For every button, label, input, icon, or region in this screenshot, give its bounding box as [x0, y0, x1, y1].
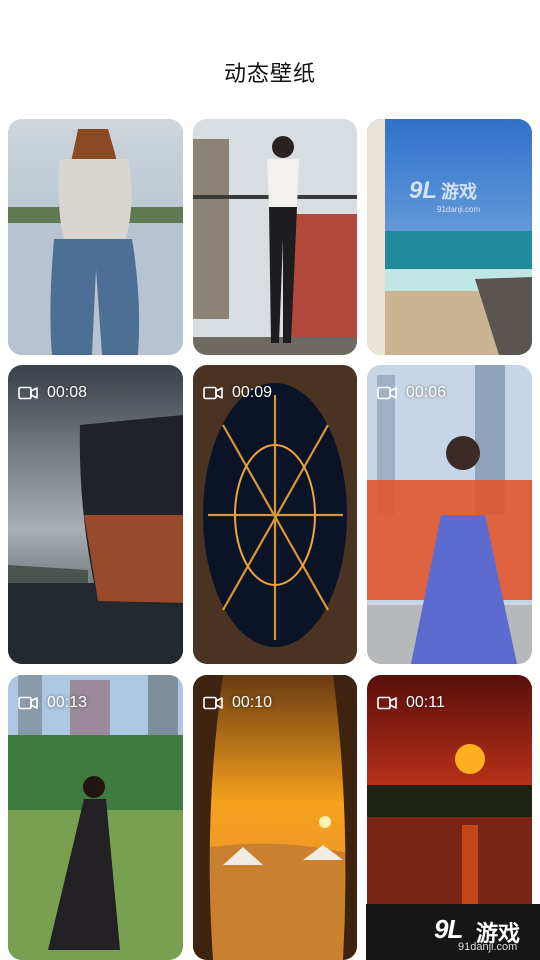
video-camera-icon — [203, 386, 223, 400]
watermark-url: 91danji.com — [458, 941, 518, 953]
site-watermark: 9L 游戏 91danji.com — [366, 904, 540, 960]
video-duration: 00:09 — [203, 384, 272, 402]
video-camera-icon — [18, 696, 38, 710]
video-duration: 00:06 — [377, 384, 446, 402]
wallpaper-tile[interactable] — [8, 119, 183, 355]
duration-text: 00:11 — [406, 694, 445, 711]
wallpaper-thumbnail — [193, 675, 357, 960]
wallpaper-thumbnail — [367, 365, 532, 664]
duration-text: 00:08 — [47, 384, 88, 401]
video-duration: 00:08 — [18, 384, 87, 402]
duration-text: 00:10 — [232, 694, 273, 711]
wallpaper-thumbnail — [193, 365, 357, 664]
video-duration: 00:13 — [18, 694, 87, 712]
wallpaper-tile[interactable]: 00:08 — [8, 365, 183, 664]
video-camera-icon — [203, 696, 223, 710]
wallpaper-tile[interactable] — [193, 119, 357, 355]
wallpaper-thumbnail — [8, 119, 183, 355]
wallpaper-tile[interactable]: 9L 游戏 91danji.com — [367, 119, 532, 355]
page-title: 动态壁纸 — [223, 61, 316, 86]
video-camera-icon — [377, 696, 397, 710]
video-camera-icon — [18, 386, 38, 400]
duration-text: 00:06 — [406, 384, 447, 401]
duration-text: 00:13 — [47, 694, 88, 711]
video-duration: 00:11 — [377, 694, 445, 712]
wallpaper-thumbnail — [193, 119, 357, 355]
video-camera-icon — [377, 386, 397, 400]
duration-text: 00:09 — [232, 384, 273, 401]
wallpaper-tile[interactable]: 00:06 — [367, 365, 532, 664]
wallpaper-tile[interactable]: 00:13 — [8, 675, 183, 960]
image-watermark: 9L 游戏 91danji.com — [409, 177, 481, 214]
wallpaper-tile[interactable]: 00:09 — [193, 365, 357, 664]
wallpaper-thumbnail — [8, 675, 183, 960]
wallpaper-tile[interactable]: 00:10 — [193, 675, 357, 960]
wallpaper-thumbnail — [8, 365, 183, 664]
wallpaper-thumbnail — [367, 119, 532, 355]
video-duration: 00:10 — [203, 694, 272, 712]
